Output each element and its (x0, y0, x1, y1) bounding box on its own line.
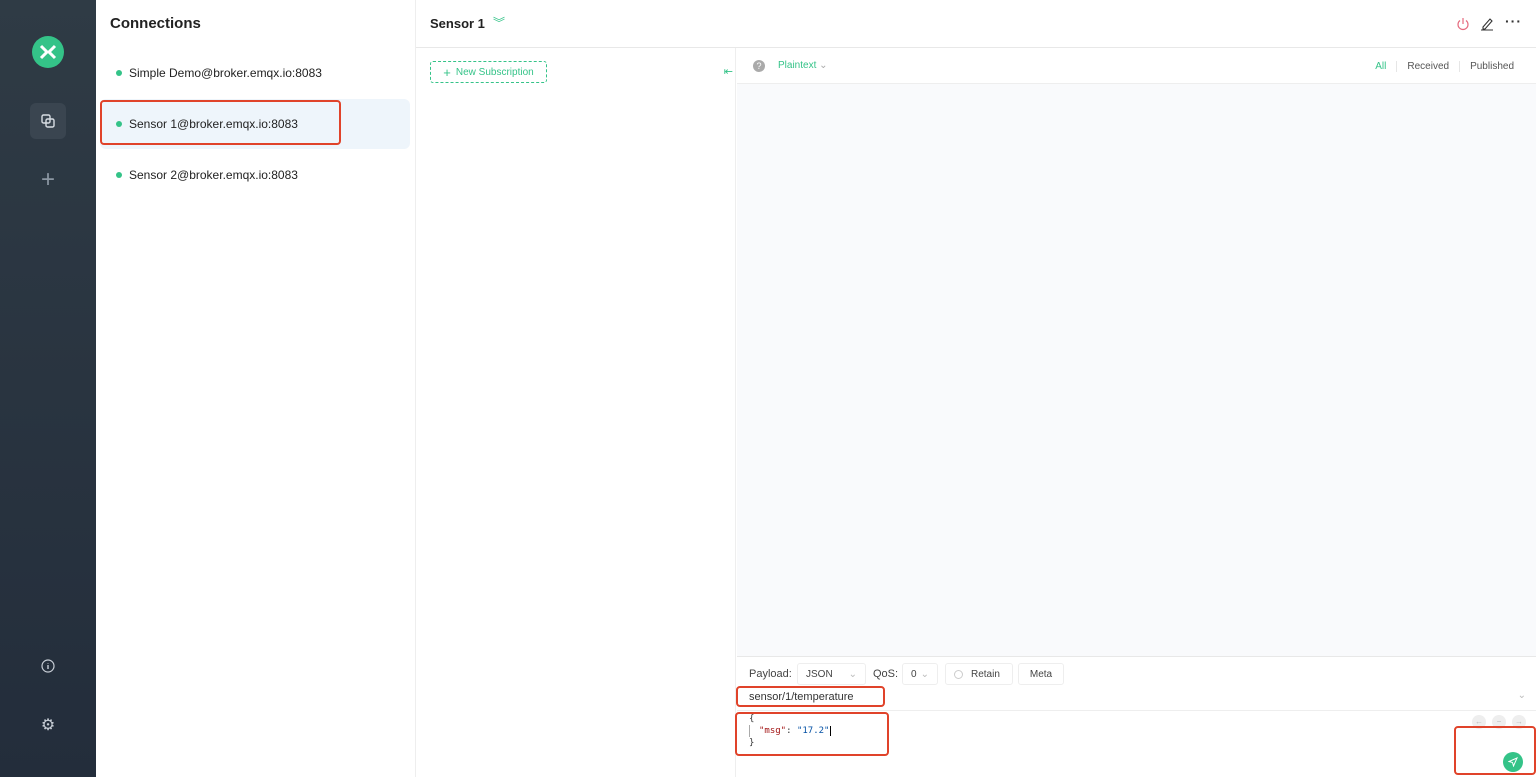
history-nav: ← − → (1472, 715, 1526, 729)
json-key: "msg" (759, 726, 787, 736)
status-dot (116, 172, 122, 178)
help-icon[interactable]: ? (753, 60, 765, 72)
tab-received[interactable]: Received (1396, 61, 1459, 72)
messages-toolbar: ? Plaintext ⌄ All Received Published (737, 48, 1536, 84)
connection-label: Sensor 2@broker.emqx.io:8083 (129, 168, 298, 182)
connections-title: Connections (110, 15, 201, 32)
send-icon (1508, 757, 1518, 767)
more-icon[interactable]: ··· (1505, 13, 1522, 29)
send-button[interactable] (1503, 752, 1523, 772)
connection-item[interactable]: Sensor 2@broker.emqx.io:8083 (100, 150, 410, 200)
edit-icon[interactable] (1480, 16, 1494, 32)
publish-panel: Payload: JSON ⌄ QoS: 0 ⌄ Retain Meta senso… (737, 656, 1536, 777)
json-colon: : (786, 726, 797, 736)
payload-label: Payload: (749, 668, 792, 680)
connections-icon[interactable] (30, 103, 66, 139)
status-dot (116, 121, 122, 127)
text-cursor (830, 726, 832, 736)
chevron-down-icon: ⌄ (920, 668, 929, 680)
payload-format-select[interactable]: Plaintext ⌄ (778, 60, 828, 71)
qos-select[interactable]: 0 ⌄ (902, 663, 938, 685)
gear-icon[interactable]: ⚙ (30, 707, 66, 743)
arrow-right-icon[interactable]: → (1512, 715, 1526, 729)
page-title: Sensor 1 (430, 16, 485, 31)
chevron-down-icon: ⌄ (819, 60, 828, 71)
chevron-double-down-icon[interactable]: ︾ (493, 14, 505, 31)
subscriptions-panel: + New Subscription ⇤ (416, 48, 736, 777)
chevron-down-icon: ⌄ (848, 668, 857, 680)
connection-label: Simple Demo@broker.emqx.io:8083 (129, 66, 322, 80)
code-line: "msg": "17.2" (749, 725, 832, 737)
connections-panel: Connections Simple Demo@broker.emqx.io:8… (96, 0, 416, 777)
new-subscription-label: New Subscription (455, 66, 534, 78)
code-line: } (749, 738, 755, 748)
connection-item[interactable]: Simple Demo@broker.emqx.io:8083 (100, 48, 410, 98)
info-icon[interactable] (30, 648, 66, 684)
messages-panel: ? Plaintext ⌄ All Received Published (737, 48, 1536, 656)
code-line: { (749, 714, 755, 724)
payload-type-value: JSON (806, 668, 833, 680)
topic-input[interactable]: sensor/1/temperature (749, 691, 854, 703)
qos-value: 0 (911, 668, 917, 680)
qos-label: QoS: (873, 668, 899, 680)
retain-checkbox[interactable]: Retain (945, 663, 1013, 685)
status-dot (116, 70, 122, 76)
payload-type-select[interactable]: JSON ⌄ (797, 663, 866, 685)
connection-header: Sensor 1 ︾ ··· (416, 0, 1536, 48)
format-label: Plaintext (778, 60, 817, 71)
plus-icon: + (443, 64, 451, 80)
payload-editor[interactable]: { "msg": "17.2" } (749, 713, 832, 749)
disconnect-icon[interactable] (1456, 17, 1470, 31)
collapse-list-icon[interactable]: ⇤ (724, 65, 733, 78)
json-value: "17.2" (796, 726, 830, 736)
checkbox-icon (954, 669, 963, 679)
chevron-down-icon[interactable]: ⌄ (1518, 690, 1526, 701)
minus-icon[interactable]: − (1492, 715, 1506, 729)
tab-all[interactable]: All (1365, 61, 1396, 72)
tab-published[interactable]: Published (1459, 61, 1524, 72)
retain-label: Retain (971, 668, 1000, 680)
connection-item-selected[interactable]: Sensor 1@broker.emqx.io:8083 (100, 99, 410, 149)
message-filter-tabs: All Received Published (1365, 61, 1524, 72)
meta-button[interactable]: Meta (1018, 663, 1064, 685)
connection-label: Sensor 1@broker.emqx.io:8083 (129, 117, 298, 131)
app-sidebar: + ⚙ (0, 0, 96, 777)
new-subscription-button[interactable]: + New Subscription (430, 61, 547, 83)
arrow-left-icon[interactable]: ← (1472, 715, 1486, 729)
meta-label: Meta (1029, 668, 1053, 680)
app-logo (32, 36, 64, 68)
plus-icon[interactable]: + (30, 162, 66, 198)
